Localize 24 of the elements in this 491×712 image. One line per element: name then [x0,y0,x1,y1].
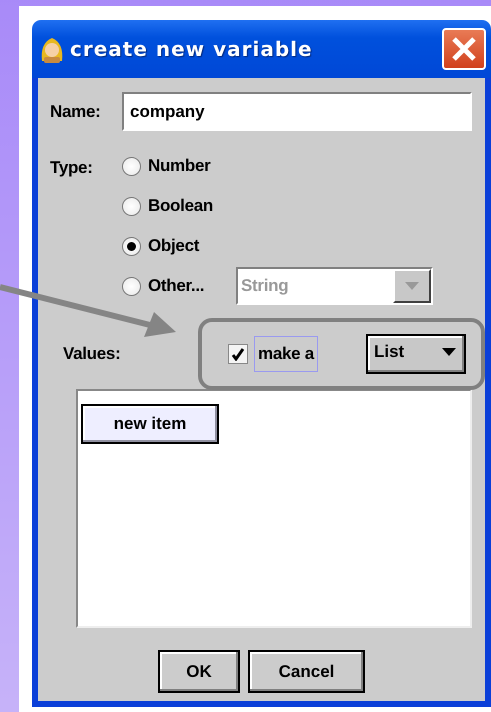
radio-label: Number [148,155,212,178]
window-title: create new variable [70,36,313,63]
caret-icon [442,348,456,356]
type-label: Type: [50,158,93,177]
radio-label: Boolean [148,195,214,218]
avatar-icon [40,35,64,63]
caret-icon [405,282,419,290]
radio-button[interactable] [122,236,141,256]
make-list-checkbox[interactable] [228,344,248,364]
collection-dropdown[interactable]: List [366,334,466,374]
make-a-label: make a [254,336,318,372]
radio-button[interactable] [122,156,141,176]
close-button[interactable] [442,28,486,70]
name-label: Name: [50,100,102,123]
radio-button[interactable] [122,276,141,296]
dialog-button[interactable]: OK [158,650,240,693]
values-label: Values: [63,343,122,366]
radio-label: Other... [148,275,206,298]
dialog-button[interactable]: Cancel [248,650,365,693]
radio-label: Object [148,235,200,258]
new-item-button[interactable]: new item [81,404,219,444]
close-icon [451,36,477,62]
radio-button[interactable] [122,196,141,216]
name-field[interactable]: company [122,92,472,131]
